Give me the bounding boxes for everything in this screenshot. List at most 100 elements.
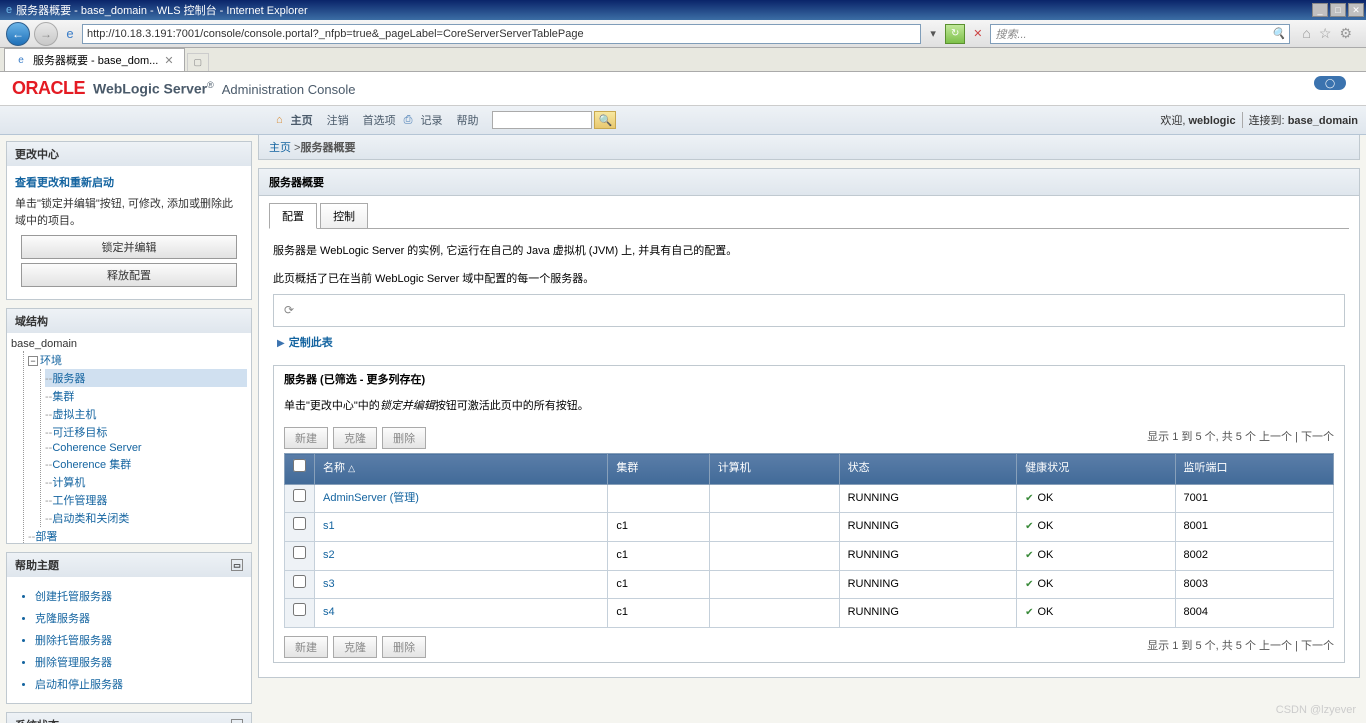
help-link[interactable]: 删除托管服务器 <box>35 629 243 651</box>
tree-item-migratable[interactable]: --可迁移目标 <box>45 423 247 441</box>
help-link[interactable]: 删除管理服务器 <box>35 651 243 673</box>
tab-control[interactable]: 控制 <box>320 203 368 228</box>
delete-button-bottom[interactable]: 删除 <box>382 636 426 658</box>
back-button[interactable]: ← <box>6 22 30 46</box>
col-machine[interactable]: 计算机 <box>709 454 839 485</box>
tree-deploy[interactable]: --部署 <box>28 527 247 543</box>
nav-record[interactable]: 记录 <box>414 110 448 130</box>
breadcrumb-home[interactable]: 主页 <box>269 142 291 154</box>
tab-favicon: e <box>13 52 29 68</box>
page-icon: e <box>62 26 78 42</box>
new-tab-button[interactable]: ▢ <box>187 53 210 71</box>
cell-state: RUNNING <box>839 570 1017 599</box>
stop-button[interactable]: ✕ <box>969 27 986 40</box>
console-search-button[interactable]: 🔍 <box>594 111 616 129</box>
cell-cluster: c1 <box>608 541 709 570</box>
col-port[interactable]: 监听端口 <box>1175 454 1333 485</box>
tree-item-servers[interactable]: --服务器 <box>45 369 247 387</box>
ie-search-box[interactable]: 搜索... 🔍 <box>990 24 1290 44</box>
home-icon[interactable]: ⌂ <box>1302 25 1310 42</box>
customize-table-link[interactable]: ▶ 定制此表 <box>273 327 1345 361</box>
content-panel: 服务器概要 配置 控制 服务器是 WebLogic Server 的实例, 它运… <box>258 168 1360 678</box>
help-link[interactable]: 启动和停止服务器 <box>35 673 243 695</box>
col-name[interactable]: 名称 △ <box>315 454 608 485</box>
tab-close-icon[interactable]: ✕ <box>162 54 175 67</box>
tab-config[interactable]: 配置 <box>269 203 317 229</box>
breadcrumb: 主页 >服务器概要 <box>258 135 1360 160</box>
minimize-button[interactable]: _ <box>1312 3 1328 17</box>
server-link[interactable]: s3 <box>323 578 335 590</box>
search-placeholder: 搜索... <box>995 26 1026 42</box>
go-refresh-button[interactable]: ↻ <box>945 24 965 44</box>
table-row: s3c1RUNNING✔OK8003 <box>285 570 1334 599</box>
server-link[interactable]: AdminServer (管理) <box>323 492 419 504</box>
view-changes-link[interactable]: 查看更改和重新启动 <box>15 177 114 189</box>
row-checkbox[interactable] <box>293 546 306 559</box>
forward-button[interactable]: → <box>34 22 58 46</box>
cell-port: 8002 <box>1175 541 1333 570</box>
cell-cluster: c1 <box>608 599 709 628</box>
cell-cluster: c1 <box>608 570 709 599</box>
tree-item-coherence-server[interactable]: --Coherence Server <box>45 441 247 455</box>
tree-item-clusters[interactable]: --集群 <box>45 387 247 405</box>
server-link[interactable]: s2 <box>323 549 335 561</box>
server-link[interactable]: s4 <box>323 606 335 618</box>
nav-logout[interactable]: 注销 <box>321 110 355 130</box>
cell-machine <box>709 599 839 628</box>
table-row: s1c1RUNNING✔OK8001 <box>285 513 1334 542</box>
favorites-icon[interactable]: ☆ <box>1319 25 1332 42</box>
col-health[interactable]: 健康状况 <box>1017 454 1175 485</box>
lock-edit-button[interactable]: 锁定并编辑 <box>21 235 238 259</box>
cell-health: ✔OK <box>1017 484 1175 513</box>
address-bar[interactable]: http://10.18.3.191:7001/console/console.… <box>82 24 921 44</box>
tree-item-machines[interactable]: --计算机 <box>45 473 247 491</box>
search-icon[interactable]: 🔍 <box>1272 27 1286 40</box>
clone-button[interactable]: 克隆 <box>333 427 377 449</box>
select-all-checkbox[interactable] <box>293 459 306 472</box>
tree-environment[interactable]: −环境 <box>28 351 247 369</box>
tree-item-coherence-cluster[interactable]: --Coherence 集群 <box>45 455 247 473</box>
tree-item-workmgr[interactable]: --工作管理器 <box>45 491 247 509</box>
arrow-icon: ▶ <box>277 336 285 352</box>
refresh-bar: ⟳ <box>273 294 1345 327</box>
row-checkbox[interactable] <box>293 575 306 588</box>
clone-button-bottom[interactable]: 克隆 <box>333 636 377 658</box>
tree-item-startup[interactable]: --启动类和关闭类 <box>45 509 247 527</box>
close-button[interactable]: ✕ <box>1348 3 1364 17</box>
paging-top: 显示 1 到 5 个, 共 5 个 上一个 | 下一个 <box>1147 429 1334 447</box>
nav-home[interactable]: 主页 <box>285 110 319 130</box>
tools-icon[interactable]: ⚙ <box>1339 25 1352 42</box>
server-link[interactable]: s1 <box>323 520 335 532</box>
paging-bottom: 显示 1 到 5 个, 共 5 个 上一个 | 下一个 <box>1147 638 1334 656</box>
delete-button[interactable]: 删除 <box>382 427 426 449</box>
domain-tree: base_domain −环境 --服务器 --集群 --虚拟主机 --可迁移目… <box>7 333 251 543</box>
table-row: s2c1RUNNING✔OK8002 <box>285 541 1334 570</box>
help-link[interactable]: 创建托管服务器 <box>35 585 243 607</box>
tree-item-vhosts[interactable]: --虚拟主机 <box>45 405 247 423</box>
nav-prefs[interactable]: 首选项 <box>357 110 402 130</box>
cell-port: 8001 <box>1175 513 1333 542</box>
oracle-logo: ORACLE <box>12 78 85 99</box>
cell-cluster <box>608 484 709 513</box>
minimize-icon[interactable]: ▭ <box>231 559 243 571</box>
col-state[interactable]: 状态 <box>839 454 1017 485</box>
row-checkbox[interactable] <box>293 489 306 502</box>
url-dropdown[interactable]: ▾ <box>925 27 941 40</box>
tab-title: 服务器概要 - base_dom... <box>33 52 158 68</box>
row-checkbox[interactable] <box>293 603 306 616</box>
browser-tab[interactable]: e 服务器概要 - base_dom... ✕ <box>4 48 185 71</box>
table-row: AdminServer (管理)RUNNING✔OK7001 <box>285 484 1334 513</box>
new-button-bottom[interactable]: 新建 <box>284 636 328 658</box>
new-button[interactable]: 新建 <box>284 427 328 449</box>
url-text: http://10.18.3.191:7001/console/console.… <box>87 28 584 40</box>
maximize-button[interactable]: □ <box>1330 3 1346 17</box>
release-config-button[interactable]: 释放配置 <box>21 263 238 287</box>
console-search-input[interactable] <box>492 111 592 129</box>
collapse-icon[interactable]: − <box>28 356 38 366</box>
row-checkbox[interactable] <box>293 517 306 530</box>
nav-help[interactable]: 帮助 <box>450 110 484 130</box>
help-link[interactable]: 克隆服务器 <box>35 607 243 629</box>
col-cluster[interactable]: 集群 <box>608 454 709 485</box>
refresh-icon[interactable]: ⟳ <box>280 301 298 320</box>
tree-root[interactable]: base_domain <box>11 337 247 351</box>
